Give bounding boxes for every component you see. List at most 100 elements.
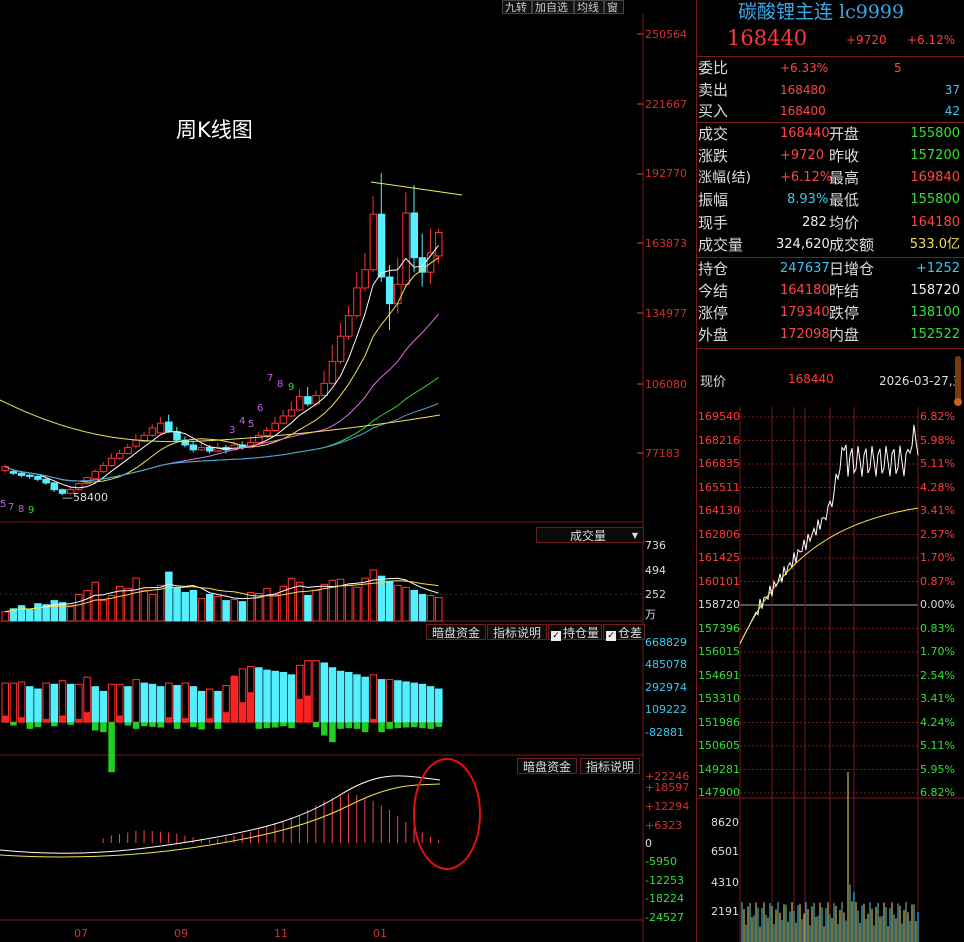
low-price-marker: —58400 — [62, 491, 108, 504]
oi-bar — [189, 686, 198, 723]
kline-candle — [320, 382, 329, 396]
oi-diff-bar — [329, 722, 336, 743]
kline-candle — [75, 483, 83, 491]
kline-ytick: 221667 — [645, 98, 687, 111]
divider — [697, 348, 964, 349]
quote-row-settle: 今结 164180 昨结 158720 — [698, 282, 960, 300]
oi-diff-bar — [247, 692, 254, 723]
contract-title: 碳酸锂主连 lc9999 — [738, 1, 905, 23]
oi-diff-bar — [255, 722, 263, 729]
kline-ytick: 77183 — [645, 447, 680, 460]
scroll-handle[interactable] — [954, 356, 962, 406]
volume-bar — [402, 586, 410, 622]
kline-candle — [295, 396, 304, 411]
kline-candle — [91, 471, 99, 480]
volume-bar — [91, 581, 99, 622]
intraday-price-tick: 164130 — [698, 504, 740, 517]
oi-diff-bar — [173, 722, 181, 729]
intraday-price-tick: 156015 — [698, 645, 740, 658]
oi-bar — [287, 674, 296, 723]
oi-bar — [181, 682, 189, 723]
intraday-pct-tick: 1.70% — [920, 551, 955, 564]
oi-diff-bar — [165, 717, 173, 723]
kline-candle — [26, 474, 34, 477]
oi-diff-bar — [296, 698, 303, 723]
volume-bar — [17, 605, 26, 622]
oi-ytick: -82881 — [645, 726, 684, 739]
oi-diff-bar — [18, 717, 25, 723]
kline-candle — [353, 287, 361, 317]
dark-fund-button[interactable]: 暗盘资金 — [426, 624, 487, 640]
oi-bar — [263, 669, 271, 723]
oi-diff-bar — [370, 718, 377, 723]
oi-diff-bar — [312, 722, 320, 728]
intraday-pct-tick: 1.70% — [920, 645, 955, 658]
intraday-pct-tick: 4.28% — [920, 480, 955, 494]
indicator-help-button[interactable]: 指标说明 — [487, 624, 548, 640]
seq-number: 9 — [288, 382, 295, 393]
volume-bar — [295, 581, 304, 622]
oi-bar — [148, 683, 157, 723]
kline-candle — [42, 478, 50, 484]
seq-number-left: 9 — [28, 505, 35, 516]
kline-candle — [156, 422, 165, 434]
oi-bar — [17, 681, 26, 723]
oi-bar — [353, 674, 361, 723]
toolbar-ma-button[interactable]: 均线 — [574, 0, 604, 14]
volume-bar — [197, 598, 206, 622]
oi-diff-bar — [214, 722, 222, 729]
intraday-price-tick: 157396 — [698, 621, 740, 635]
kline-chart-area[interactable] — [0, 0, 698, 942]
oi-diff-bar — [67, 722, 74, 725]
seq-number: 6 — [257, 403, 264, 414]
intraday-vol-tick: 4310 — [711, 876, 739, 889]
volume-bar — [107, 595, 116, 622]
oi-bar — [132, 679, 140, 723]
toolbar-jiuzhuan-button[interactable]: 九转 — [502, 0, 532, 14]
volume-indicator-dropdown[interactable]: 成交量 ▼ — [536, 527, 644, 543]
oi-diff-bar — [83, 712, 91, 723]
intraday-vol-tick: 6501 — [711, 845, 739, 858]
quote-row-trade: 成交 168440 开盘 155800 — [698, 125, 960, 143]
oi-bar — [255, 667, 263, 723]
toolbar-add-watchlist-button[interactable]: 加自选 — [532, 0, 574, 14]
quote-row-change: 涨跌 +9720 昨收 157200 — [698, 147, 960, 165]
hold-checkbox[interactable]: ✓ 持仓量 — [548, 624, 603, 641]
oi-bar — [336, 670, 345, 723]
kline-candle — [287, 409, 296, 417]
intraday-price-tick: 160101 — [698, 574, 740, 588]
volume-bar — [58, 602, 67, 622]
oi-diff-bar — [321, 722, 328, 736]
volume-bar — [1, 611, 9, 622]
oi-diff-bar — [108, 722, 115, 773]
oi-bar — [369, 674, 378, 723]
oi-diff-bar — [353, 722, 361, 729]
oi-diff-bar — [222, 712, 230, 723]
highlight-circle — [413, 758, 481, 870]
diff-checkbox[interactable]: ✓ 仓差 — [603, 624, 646, 641]
oi-bar — [42, 682, 50, 723]
toolbar-window-button[interactable]: 窗 — [604, 0, 624, 14]
kline-candle — [410, 212, 418, 259]
quote-row-ask: 卖出 168480 37 — [698, 81, 960, 99]
volume-bar — [369, 569, 378, 622]
volume-bar — [263, 587, 271, 622]
kline-candle — [132, 439, 140, 447]
kline-ytick: 106080 — [645, 378, 687, 391]
oi-ytick: 668829 — [645, 636, 687, 649]
volume-bar — [238, 601, 247, 622]
dark-fund-button-2[interactable]: 暗盘资金 — [517, 758, 578, 774]
intraday-price-tick: 168216 — [698, 433, 740, 447]
kline-candle — [418, 257, 427, 273]
volume-ytick: 736 — [645, 539, 666, 552]
indicator-help-button-2[interactable]: 指标说明 — [580, 758, 641, 774]
checkbox-checked-icon: ✓ — [606, 631, 616, 641]
volume-bar — [304, 595, 312, 622]
volume-bar — [148, 594, 157, 622]
seq-number-left: 7 — [8, 502, 15, 513]
oi-bar — [50, 683, 59, 723]
oi-diff-bar — [10, 722, 17, 726]
intraday-price-tick: 153310 — [698, 692, 740, 705]
oi-diff-bar — [34, 722, 42, 728]
xaxis-label: 11 — [274, 927, 288, 940]
